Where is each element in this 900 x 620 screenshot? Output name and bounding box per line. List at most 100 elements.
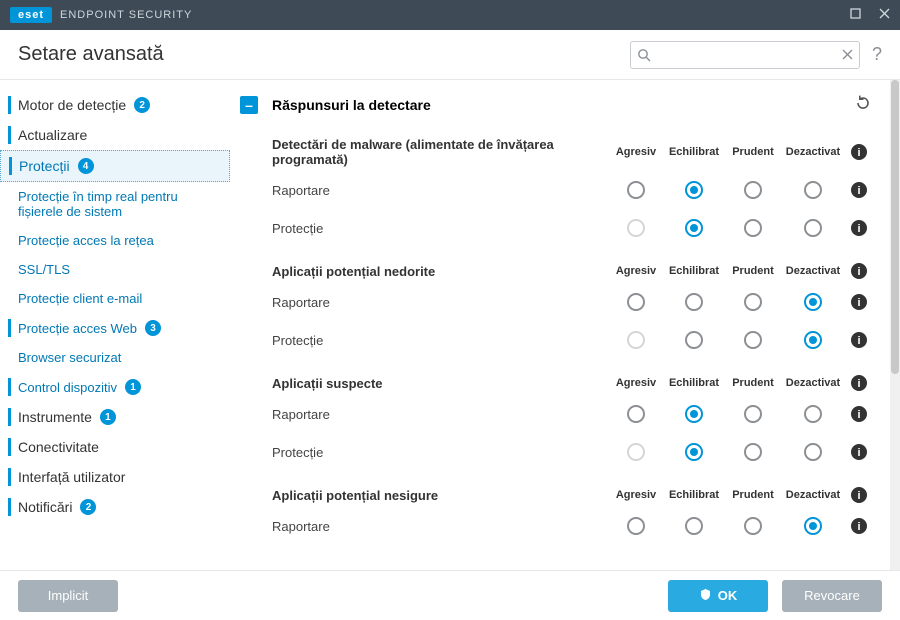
radio-group: i bbox=[610, 517, 872, 535]
scrollbar[interactable] bbox=[890, 80, 900, 570]
info-icon[interactable]: i bbox=[846, 444, 872, 460]
info-icon[interactable]: i bbox=[846, 375, 872, 391]
setting-row: Raportare i bbox=[272, 507, 872, 545]
group-header: Aplicații potențial nedorite AgresivEchil… bbox=[272, 259, 872, 283]
info-icon[interactable]: i bbox=[846, 182, 872, 198]
sidebar-item-13[interactable]: Notificări2 bbox=[0, 492, 230, 522]
radio-option[interactable] bbox=[662, 181, 726, 199]
column-labels: AgresivEchilibratPrudentDezactivati bbox=[610, 263, 872, 279]
scrollbar-thumb[interactable] bbox=[891, 80, 899, 374]
setting-label: Protecție bbox=[272, 333, 323, 348]
brand-badge: eset bbox=[10, 7, 52, 23]
sidebar-item-7[interactable]: Protecție acces Web3 bbox=[0, 313, 230, 343]
collapse-icon[interactable]: – bbox=[240, 96, 258, 114]
clear-search-icon[interactable] bbox=[842, 49, 853, 60]
sidebar-item-11[interactable]: Conectivitate bbox=[0, 432, 230, 462]
info-icon[interactable]: i bbox=[846, 263, 872, 279]
column-label: Agresiv bbox=[610, 146, 662, 158]
svg-text:i: i bbox=[857, 378, 860, 390]
column-label: Dezactivat bbox=[780, 265, 846, 277]
sidebar-item-2[interactable]: Protecții4 bbox=[0, 150, 230, 182]
radio-group: i bbox=[610, 293, 872, 311]
radio-option[interactable] bbox=[780, 331, 846, 349]
info-icon[interactable]: i bbox=[846, 144, 872, 160]
sidebar-item-4[interactable]: Protecție acces la rețea bbox=[0, 226, 230, 255]
info-icon[interactable]: i bbox=[846, 487, 872, 503]
radio-option[interactable] bbox=[726, 405, 780, 423]
radio-option[interactable] bbox=[726, 293, 780, 311]
sidebar-item-8[interactable]: Browser securizat bbox=[0, 343, 230, 372]
radio-option[interactable] bbox=[726, 181, 780, 199]
radio-option[interactable] bbox=[726, 443, 780, 461]
help-icon[interactable]: ? bbox=[872, 44, 882, 65]
sidebar-item-5[interactable]: SSL/TLS bbox=[0, 255, 230, 284]
svg-text:i: i bbox=[857, 335, 860, 347]
radio-option[interactable] bbox=[726, 517, 780, 535]
sidebar-item-9[interactable]: Control dispozitiv1 bbox=[0, 372, 230, 402]
radio-option[interactable] bbox=[780, 443, 846, 461]
column-label: Prudent bbox=[726, 146, 780, 158]
product-name: ENDPOINT SECURITY bbox=[60, 9, 192, 21]
radio-option[interactable] bbox=[610, 293, 662, 311]
sidebar-item-12[interactable]: Interfață utilizator bbox=[0, 462, 230, 492]
sidebar-item-label: Protecție acces Web bbox=[18, 321, 137, 336]
sidebar-item-label: Instrumente bbox=[18, 409, 92, 425]
ok-button[interactable]: OK bbox=[668, 580, 768, 612]
settings-group: Aplicații potențial nesigureAgresivEchil… bbox=[272, 483, 872, 545]
radio-option[interactable] bbox=[610, 219, 662, 237]
radio-option[interactable] bbox=[610, 405, 662, 423]
window-maximize-icon[interactable] bbox=[850, 8, 861, 22]
info-icon[interactable]: i bbox=[846, 406, 872, 422]
radio-option[interactable] bbox=[780, 517, 846, 535]
radio-group: i bbox=[610, 219, 872, 237]
default-button[interactable]: Implicit bbox=[18, 580, 118, 612]
svg-text:i: i bbox=[857, 409, 860, 421]
window-close-icon[interactable] bbox=[879, 8, 890, 22]
sidebar-item-label: Browser securizat bbox=[18, 350, 121, 365]
section-title: Răspunsuri la detectare bbox=[272, 97, 431, 113]
radio-option[interactable] bbox=[662, 443, 726, 461]
radio-option[interactable] bbox=[610, 331, 662, 349]
search-box[interactable] bbox=[630, 41, 860, 69]
search-input[interactable] bbox=[651, 47, 842, 62]
radio-option[interactable] bbox=[610, 517, 662, 535]
group-header: Aplicații suspecteAgresivEchilibratPrude… bbox=[272, 371, 872, 395]
radio-option[interactable] bbox=[780, 293, 846, 311]
group-title: Aplicații potențial nedorite bbox=[272, 264, 435, 279]
sidebar-item-1[interactable]: Actualizare bbox=[0, 120, 230, 150]
column-label: Echilibrat bbox=[662, 489, 726, 501]
shield-icon bbox=[699, 588, 712, 604]
sidebar-item-3[interactable]: Protecție în timp real pentru fișierele … bbox=[0, 182, 230, 226]
column-labels: AgresivEchilibratPrudentDezactivati bbox=[610, 144, 872, 160]
info-icon[interactable]: i bbox=[846, 220, 872, 236]
sidebar-item-6[interactable]: Protecție client e-mail bbox=[0, 284, 230, 313]
radio-option[interactable] bbox=[610, 443, 662, 461]
setting-row: Protecției bbox=[272, 433, 872, 471]
radio-group: i bbox=[610, 405, 872, 423]
radio-option[interactable] bbox=[662, 517, 726, 535]
radio-option[interactable] bbox=[662, 293, 726, 311]
info-icon[interactable]: i bbox=[846, 294, 872, 310]
radio-option[interactable] bbox=[662, 219, 726, 237]
radio-option[interactable] bbox=[726, 219, 780, 237]
radio-option[interactable] bbox=[662, 405, 726, 423]
radio-option[interactable] bbox=[780, 181, 846, 199]
radio-option[interactable] bbox=[780, 219, 846, 237]
radio-option[interactable] bbox=[610, 181, 662, 199]
column-label: Prudent bbox=[726, 377, 780, 389]
setting-label: Raportare bbox=[272, 407, 330, 422]
setting-label: Raportare bbox=[272, 519, 330, 534]
info-icon[interactable]: i bbox=[846, 518, 872, 534]
sidebar-item-10[interactable]: Instrumente1 bbox=[0, 402, 230, 432]
radio-option[interactable] bbox=[662, 331, 726, 349]
radio-group: i bbox=[610, 331, 872, 349]
cancel-button[interactable]: Revocare bbox=[782, 580, 882, 612]
sidebar-item-0[interactable]: Motor de detecție2 bbox=[0, 90, 230, 120]
sidebar-item-label: Protecții bbox=[19, 158, 70, 174]
column-label: Echilibrat bbox=[662, 377, 726, 389]
reset-icon[interactable] bbox=[854, 94, 872, 115]
radio-option[interactable] bbox=[726, 331, 780, 349]
column-label: Dezactivat bbox=[780, 377, 846, 389]
radio-option[interactable] bbox=[780, 405, 846, 423]
info-icon[interactable]: i bbox=[846, 332, 872, 348]
